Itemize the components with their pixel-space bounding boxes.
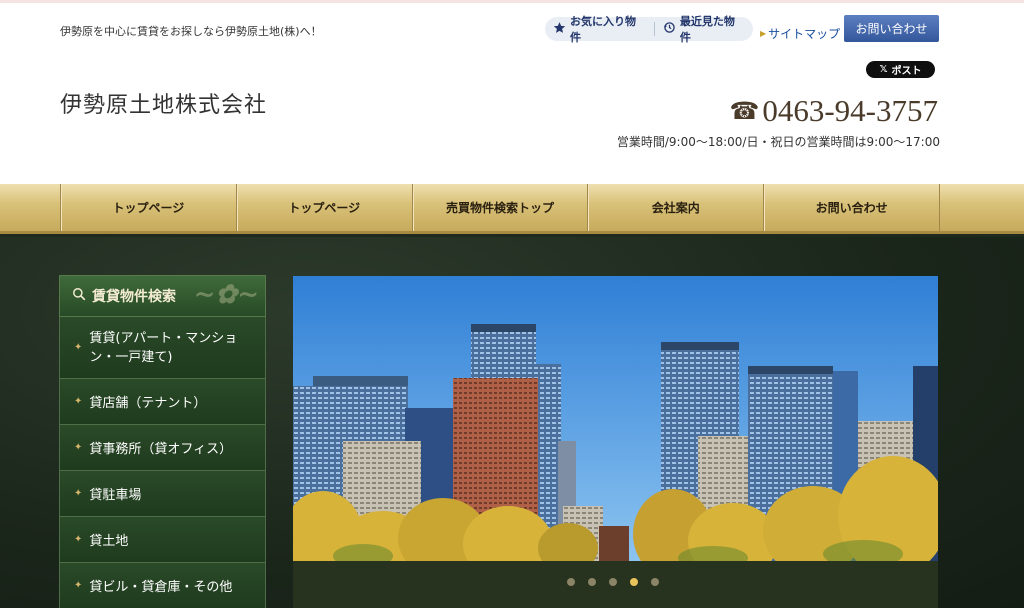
- sidebar-item-residential[interactable]: ✦ 賃貸(アパート・マンション・一戸建て): [59, 317, 266, 379]
- slider-dot[interactable]: [588, 578, 596, 586]
- global-nav: トップページ トップページ 売買物件検索トップ 会社案内 お問い合わせ: [0, 184, 1024, 234]
- sidebar-item-office[interactable]: ✦ 貸事務所（貸オフィス）: [59, 425, 266, 471]
- sidebar-title: 賃貸物件検索 ~✿~: [59, 275, 266, 317]
- nav-item-company[interactable]: 会社案内: [587, 184, 763, 231]
- sidebar-item-store[interactable]: ✦ 貸店舗（テナント）: [59, 379, 266, 425]
- nav-item-top-2[interactable]: トップページ: [235, 184, 412, 231]
- bullet-icon: ✦: [74, 488, 83, 499]
- sitemap-label: サイトマップ: [768, 27, 841, 41]
- sidebar-item-label: 貸土地: [89, 534, 129, 549]
- sidebar-item-label: 貸ビル・貸倉庫・その他: [89, 580, 233, 595]
- quick-links: お気に入り物件 最近見た物件: [545, 15, 753, 44]
- bullet-icon: ✦: [74, 342, 83, 353]
- x-post-button[interactable]: 𝕏 ポスト: [866, 61, 935, 78]
- sidebar-title-text: 賃貸物件検索: [92, 289, 176, 305]
- contact-button[interactable]: お問い合わせ: [844, 15, 939, 42]
- arrow-icon: ▶: [760, 29, 767, 38]
- slider-dot[interactable]: [609, 578, 617, 586]
- flourish-ornament: ~✿~: [193, 280, 259, 310]
- site-header: 伊勢原を中心に賃貸をお探しなら伊勢原土地(株)へ！ お気に入り物件 最近見た物件…: [0, 0, 1024, 184]
- slider-dot[interactable]: [651, 578, 659, 586]
- sidebar-item-label: 貸事務所（貸オフィス）: [89, 442, 233, 457]
- star-icon: [553, 21, 570, 37]
- hero-slider[interactable]: [293, 276, 938, 561]
- nav-item-top[interactable]: トップページ: [60, 184, 236, 231]
- sidebar-item-label: 賃貸(アパート・マンション・一戸建て): [89, 330, 238, 365]
- sidebar-item-label: 貸店舗（テナント）: [89, 396, 207, 411]
- sitemap-link[interactable]: ▶ サイトマップ: [760, 25, 840, 42]
- recent-label: 最近見た物件: [679, 15, 735, 44]
- x-logo-icon: 𝕏: [879, 64, 888, 75]
- nav-item-sale-search[interactable]: 売買物件検索トップ: [411, 184, 588, 231]
- slider-dot[interactable]: [630, 578, 638, 586]
- favorites-label: お気に入り物件: [570, 15, 636, 44]
- sidebar-item-parking[interactable]: ✦ 貸駐車場: [59, 471, 266, 517]
- bullet-icon: ✦: [74, 396, 83, 407]
- city-skyline-image: [293, 276, 938, 561]
- slider-dot[interactable]: [567, 578, 575, 586]
- phone-value: 0463-94-3757: [762, 93, 938, 128]
- phone-icon: ☎: [729, 98, 760, 125]
- bullet-icon: ✦: [74, 442, 83, 453]
- sidebar-item-building[interactable]: ✦ 貸ビル・貸倉庫・その他: [59, 563, 266, 608]
- bullet-icon: ✦: [74, 534, 83, 545]
- favorites-link[interactable]: お気に入り物件: [545, 15, 654, 44]
- business-hours: 営業時間/9:00～18:00/日・祝日の営業時間は9:00～17:00: [616, 135, 940, 149]
- phone-number: ☎ 0463-94-3757: [729, 93, 938, 129]
- recent-link[interactable]: 最近見た物件: [655, 15, 753, 44]
- rental-search-sidebar: 賃貸物件検索 ~✿~ ✦ 賃貸(アパート・マンション・一戸建て) ✦ 貸店舗（テ…: [59, 275, 266, 608]
- sidebar-item-land[interactable]: ✦ 貸土地: [59, 517, 266, 563]
- site-tagline: 伊勢原を中心に賃貸をお探しなら伊勢原土地(株)へ！: [60, 25, 322, 38]
- nav-item-contact[interactable]: お問い合わせ: [763, 184, 940, 231]
- history-icon: [663, 21, 680, 37]
- post-label: ポスト: [891, 66, 922, 77]
- sidebar-item-label: 貸駐車場: [89, 488, 142, 503]
- slider-dots: [567, 578, 659, 586]
- company-name[interactable]: 伊勢原土地株式会社: [60, 87, 267, 119]
- search-icon: [72, 287, 86, 305]
- bullet-icon: ✦: [74, 580, 83, 591]
